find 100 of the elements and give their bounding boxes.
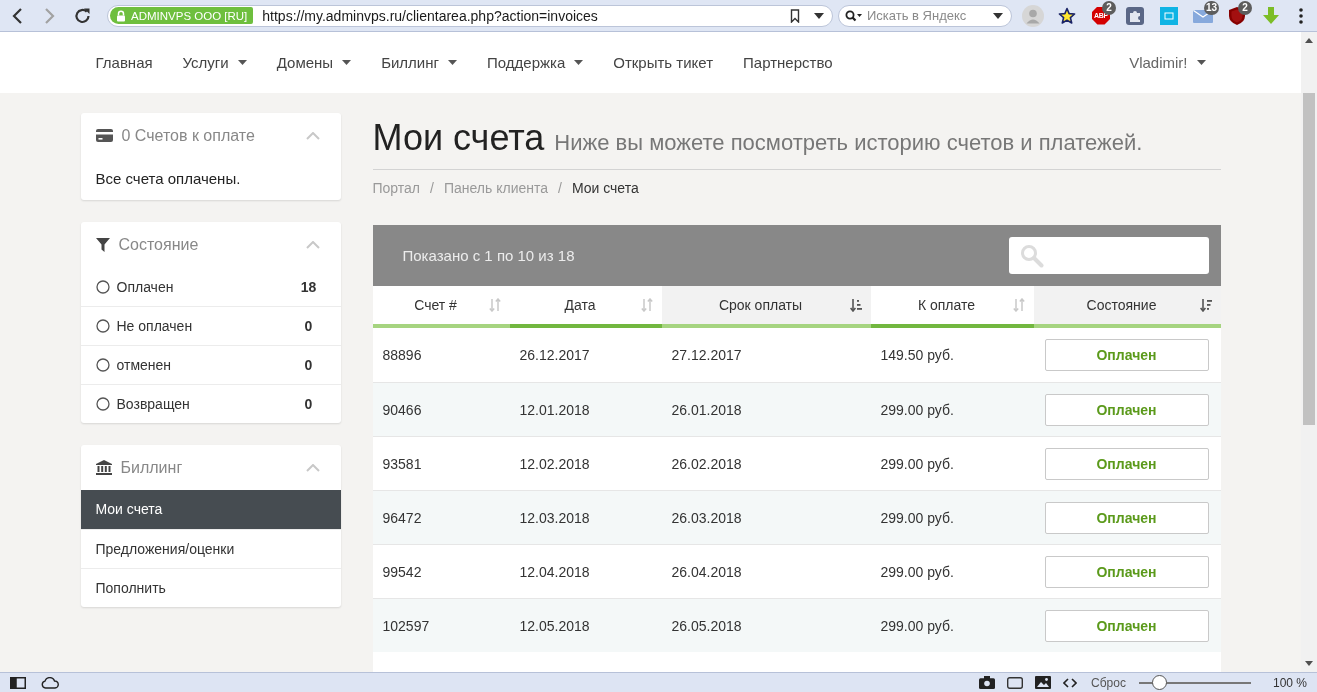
- filter-label[interactable]: Не оплачен: [116, 318, 290, 334]
- scroll-down-icon[interactable]: [1305, 661, 1313, 666]
- camera-icon[interactable]: [979, 676, 996, 689]
- sidebar-link[interactable]: Предложения/оценки: [80, 529, 341, 568]
- filter-count: 18: [299, 278, 318, 295]
- table-cell-text: 93581: [381, 454, 423, 474]
- image-icon[interactable]: [1035, 676, 1052, 689]
- table-summary: Показано с 1 по 10 из 18: [402, 247, 575, 264]
- table-cell-text: 12.03.2018: [518, 508, 591, 528]
- table-cell-text: 88896: [381, 346, 423, 365]
- table-cell-text: 12.01.2018: [518, 400, 591, 420]
- nav-link[interactable]: Услуги: [167, 54, 262, 71]
- address-bar[interactable]: ADMINVPS OOO [RU] https://my.adminvps.ru/clientarea.php?action=invoices: [107, 4, 833, 27]
- search-field[interactable]: Искать в Яндекс: [838, 4, 1012, 27]
- bank-icon: [95, 460, 112, 475]
- column-header[interactable]: Срок оплаты: [661, 286, 871, 328]
- table-cell-text: 96472: [381, 508, 423, 528]
- cloud-icon[interactable]: [41, 676, 59, 689]
- panel-title: Биллинг: [120, 458, 184, 477]
- breadcrumb-current: Мои счета: [571, 179, 639, 198]
- table-cell-text: 26.04.2018: [670, 562, 743, 582]
- table-cell-text: 299.00 руб.: [879, 562, 955, 582]
- table-row[interactable]: 96472 12.03.2018 26.03.2018 299.00 руб. Оплачен: [372, 490, 1221, 544]
- table-cell-text: 149.50 руб.: [879, 346, 955, 365]
- column-header[interactable]: Состояние: [1033, 286, 1221, 328]
- count-badge: 13: [1204, 1, 1220, 15]
- search-icon[interactable]: [845, 9, 863, 22]
- table-row[interactable]: 102597 12.05.2018 26.05.2018 299.00 руб. Оплачен: [372, 598, 1221, 652]
- filter-label[interactable]: Оплачен: [116, 278, 290, 295]
- breadcrumb-separator: /: [429, 179, 435, 198]
- table-cell-text: 102597: [381, 616, 431, 636]
- table-search-field[interactable]: [1008, 237, 1209, 274]
- table-cell-text: 299.00 руб.: [879, 400, 955, 420]
- back-icon[interactable]: [10, 6, 23, 25]
- nav-link[interactable]: Домены: [261, 54, 367, 71]
- sidebar-link[interactable]: Мои счета: [80, 490, 341, 529]
- scrollbar-thumb[interactable]: [1303, 93, 1315, 425]
- page-subtitle: Ниже вы можете посмотреть историю счетов и платежей.: [554, 130, 1143, 155]
- window-icon[interactable]: [1007, 676, 1024, 689]
- nav-link[interactable]: Главная: [80, 54, 168, 71]
- user-menu[interactable]: Vladimir!: [1114, 54, 1221, 71]
- table-cell-text: 12.05.2018: [518, 616, 591, 636]
- table-cell-text: 299.00 руб.: [879, 508, 955, 528]
- panel-toggle-icon[interactable]: [10, 676, 26, 689]
- tile-icon[interactable]: [1160, 6, 1178, 25]
- table-cell-text: 26.05.2018: [670, 616, 743, 636]
- table-cell-text: 99542: [381, 562, 423, 582]
- nav-link[interactable]: Партнерство: [728, 54, 848, 71]
- page-title: Мои счета: [372, 117, 545, 158]
- table-cell-text: 12.02.2018: [518, 454, 591, 474]
- status-badge: Оплачен: [1044, 609, 1209, 642]
- table-cell-text: 299.00 руб.: [879, 454, 955, 474]
- table-cell-text: 26.01.2018: [670, 400, 743, 420]
- status-badge: Оплачен: [1044, 393, 1209, 426]
- table-cell-text: 90466: [381, 400, 423, 420]
- nav-link[interactable]: Биллинг: [366, 54, 472, 71]
- table-cell-text: 26.03.2018: [670, 508, 743, 528]
- search-input[interactable]: Искать в Яндекс: [867, 8, 989, 23]
- status-badge: Оплачен: [1044, 339, 1209, 371]
- nav-link[interactable]: Поддержка: [472, 54, 599, 71]
- radio-icon[interactable]: [95, 319, 110, 333]
- radio-icon[interactable]: [95, 358, 110, 372]
- filter-count: 0: [303, 318, 314, 334]
- status-badge: Оплачен: [1044, 501, 1209, 534]
- filter-label[interactable]: отменен: [116, 357, 290, 373]
- caret-icon[interactable]: [993, 12, 1003, 19]
- star-icon[interactable]: [1058, 6, 1076, 25]
- radio-icon[interactable]: [95, 397, 110, 411]
- status-badge: Оплачен: [1044, 555, 1209, 588]
- status-badge: Оплачен: [1044, 447, 1209, 480]
- filter-count: 0: [303, 396, 314, 412]
- lock-icon: [116, 9, 126, 22]
- radio-icon[interactable]: [95, 279, 110, 294]
- reset-button[interactable]: Сброс: [1091, 675, 1126, 690]
- bookmark-icon[interactable]: [790, 8, 800, 23]
- zoom-percent: 100 %: [1272, 675, 1307, 690]
- scrollbar[interactable]: [1301, 32, 1317, 672]
- sidebar-link[interactable]: Пополнить: [80, 568, 341, 607]
- slider-thumb[interactable]: [1151, 675, 1167, 690]
- puzzle-icon[interactable]: [1126, 6, 1144, 25]
- reload-icon[interactable]: [74, 7, 91, 24]
- menu-icon[interactable]: [1299, 7, 1303, 24]
- caret-icon[interactable]: [814, 12, 824, 19]
- filter-icon: [95, 237, 110, 252]
- table-cell-text: 12.04.2018: [518, 562, 591, 582]
- scroll-up-icon[interactable]: [1305, 38, 1313, 43]
- filter-count: 0: [303, 357, 314, 373]
- url-text: https://my.adminvps.ru/clientarea.php?action=invoices: [262, 7, 599, 24]
- table-cell-text: 27.12.2017: [670, 346, 743, 365]
- table-cell-text: 26.12.2017: [518, 346, 591, 365]
- breadcrumb-separator: /: [557, 179, 563, 198]
- table-cell-text: 299.00 руб.: [879, 616, 955, 636]
- table-cell-text: 26.02.2018: [670, 454, 743, 474]
- code-icon[interactable]: [1063, 677, 1078, 688]
- panel-title: 0 Счетов к оплате: [121, 126, 256, 145]
- filter-label[interactable]: Возвращен: [116, 396, 290, 412]
- table-row[interactable]: 90466 12.01.2018 26.01.2018 299.00 руб. Оплачен: [372, 382, 1221, 436]
- search-icon: [1019, 243, 1044, 268]
- panel-text: Все счета оплачены.: [94, 169, 242, 189]
- nav-link[interactable]: Открыть тикет: [598, 54, 729, 71]
